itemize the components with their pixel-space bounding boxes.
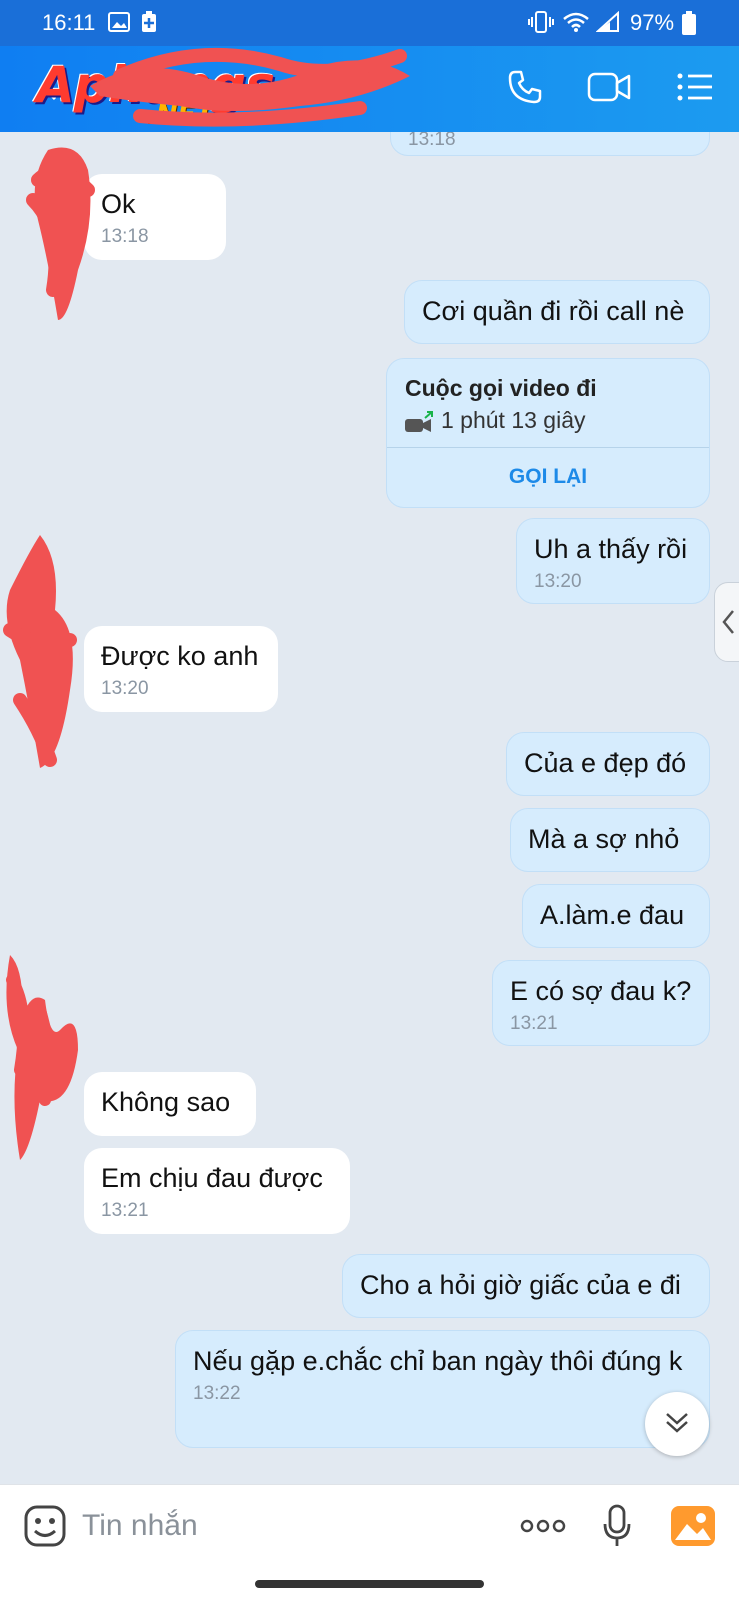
message-text: Nếu gặp e.chắc chỉ ban ngày thôi đúng k	[193, 1346, 683, 1376]
message-time: 13:22	[193, 1383, 241, 1404]
options-menu-button[interactable]	[672, 66, 718, 112]
status-time: 16:11	[42, 10, 96, 35]
message-bubble-outgoing[interactable]: A.làm.e đau	[522, 884, 710, 948]
message-time: 13:21	[101, 1200, 149, 1221]
message-time: 13:20	[534, 571, 582, 592]
redaction-scribble-contact-name	[90, 47, 410, 127]
status-bar: 16:11 97%	[0, 0, 739, 46]
photo-button[interactable]	[668, 1503, 718, 1553]
redaction-scribble-avatar	[26, 147, 95, 320]
signal-icon	[595, 10, 620, 39]
scroll-to-bottom-button[interactable]	[645, 1392, 709, 1456]
message-bubble-outgoing[interactable]: Của e đẹp đó	[506, 732, 710, 796]
message-bubble-outgoing[interactable]: Nếu gặp e.chắc chỉ ban ngày thôi đúng k …	[175, 1330, 710, 1448]
wifi-icon	[562, 11, 590, 39]
outgoing-video-call-icon	[405, 411, 435, 438]
message-time: 13:18	[408, 132, 456, 150]
message-bubble-incoming[interactable]: Không sao	[84, 1072, 256, 1136]
message-bubble-outgoing[interactable]: Uh a thấy rồi 13:20	[516, 518, 710, 604]
message-text: Của e đẹp đó	[524, 748, 687, 778]
gallery-icon	[671, 1505, 715, 1551]
video-call-button[interactable]	[586, 66, 632, 112]
message-composer: Tin nhắn	[0, 1484, 739, 1571]
chat-header: Aphangs .NET	[0, 46, 739, 132]
message-time: 13:20	[101, 678, 149, 699]
side-panel-handle[interactable]	[714, 582, 739, 662]
call-back-button[interactable]: GỌI LẠI	[387, 465, 709, 489]
double-chevron-down-icon	[663, 1408, 691, 1441]
more-dots-icon	[519, 1518, 567, 1539]
message-text: Cơi quần đi rồi call nè	[422, 296, 685, 326]
sticker-button[interactable]	[20, 1503, 70, 1553]
message-text: Em chịu đau được	[101, 1163, 323, 1193]
call-title: Cuộc gọi video đi	[405, 375, 597, 401]
menu-icon	[677, 72, 713, 107]
message-bubble-incoming[interactable]: Ok 13:18	[84, 174, 226, 260]
message-text: Uh a thấy rồi	[534, 534, 688, 564]
message-time: 13:21	[510, 1013, 558, 1034]
more-options-button[interactable]	[518, 1503, 568, 1553]
message-bubble-incoming[interactable]: Được ko anh 13:20	[84, 626, 278, 712]
message-bubble-incoming[interactable]: Em chịu đau được 13:21	[84, 1148, 350, 1234]
voice-message-button[interactable]	[592, 1503, 642, 1553]
redaction-scribble-avatar	[6, 955, 78, 1160]
message-bubble-outgoing[interactable]: Mà a sợ nhỏ	[510, 808, 710, 872]
message-list[interactable]: 13:18 Ok 13:18 Cơi quần đi rồi call nè C…	[0, 132, 739, 1484]
redaction-scribble-avatar	[3, 535, 77, 768]
call-duration: 1 phút 13 giây	[441, 407, 586, 433]
message-text: Được ko anh	[101, 641, 259, 671]
battery-percent: 97%	[630, 10, 675, 35]
voice-call-button[interactable]	[502, 66, 548, 112]
vibrate-icon	[528, 11, 554, 39]
message-text: Ok	[101, 189, 136, 219]
message-bubble-partial[interactable]: 13:18	[390, 132, 710, 156]
message-text: A.làm.e đau	[540, 900, 685, 930]
chevron-left-icon	[721, 609, 735, 640]
message-bubble-outgoing[interactable]: Cho a hỏi giờ giấc của e đi	[342, 1254, 710, 1318]
system-navigation-bar	[0, 1570, 739, 1600]
gallery-notification-icon	[108, 11, 130, 39]
video-call-icon	[587, 70, 631, 109]
message-text: Không sao	[101, 1087, 231, 1117]
video-call-log-card: Cuộc gọi video đi 1 phút 13 giây GỌI LẠI	[386, 358, 710, 508]
message-bubble-outgoing[interactable]: Cơi quần đi rồi call nè	[404, 280, 710, 344]
message-text: E có sợ đau k?	[510, 976, 692, 1006]
battery-icon	[682, 11, 696, 41]
phone-icon	[507, 69, 543, 110]
message-time: 13:18	[101, 226, 149, 247]
message-bubble-outgoing[interactable]: E có sợ đau k? 13:21	[492, 960, 710, 1046]
battery-saver-notification-icon	[140, 11, 158, 39]
emoji-icon	[23, 1504, 67, 1553]
message-input[interactable]: Tin nhắn	[82, 1509, 198, 1543]
message-text: Mà a sợ nhỏ	[528, 824, 680, 854]
home-gesture-bar[interactable]	[255, 1580, 484, 1588]
message-text: Cho a hỏi giờ giấc của e đi	[360, 1270, 681, 1300]
divider	[387, 447, 709, 448]
microphone-icon	[602, 1504, 632, 1553]
